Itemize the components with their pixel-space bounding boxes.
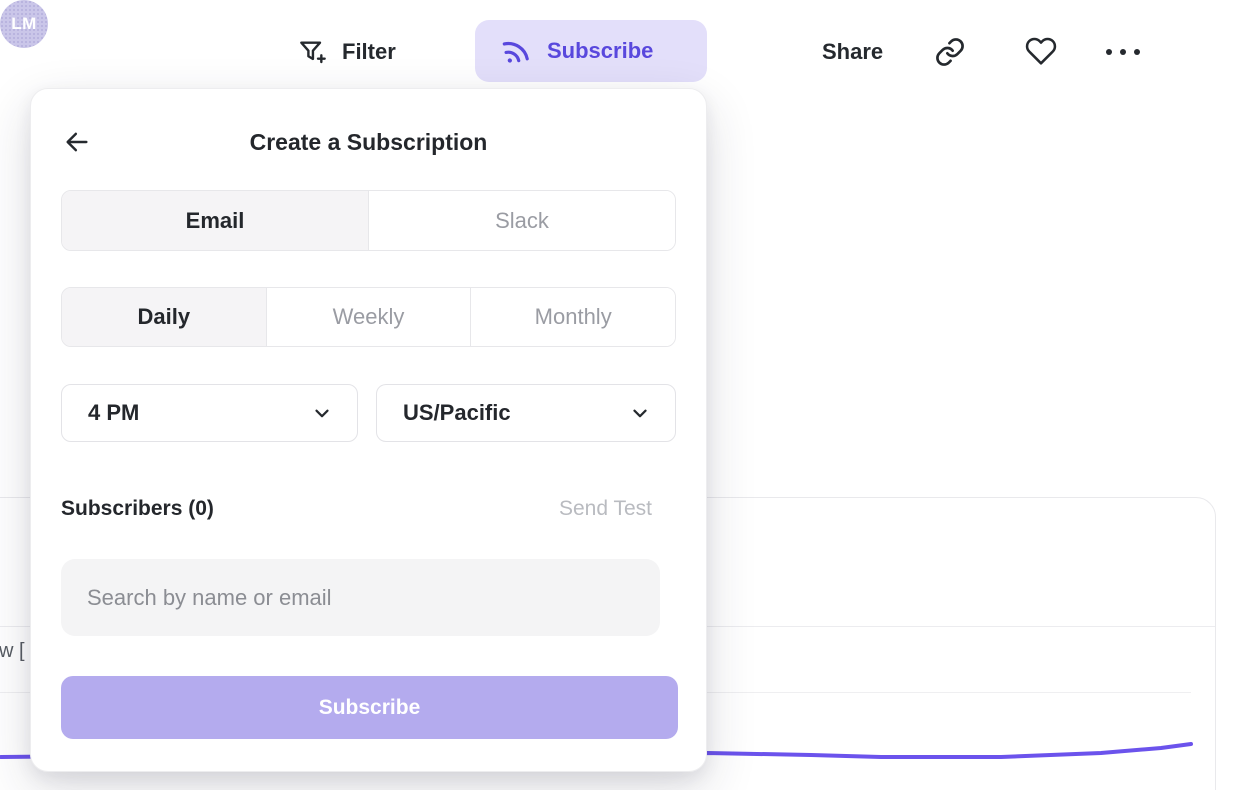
tab-slack[interactable]: Slack [368,191,675,250]
chevron-down-icon [629,402,651,424]
chevron-down-icon [311,402,333,424]
link-icon [934,36,966,68]
modal-header: Create a Subscription [31,89,706,189]
subscribe-toolbar-label: Subscribe [547,38,653,64]
heart-icon [1024,35,1058,67]
tab-weekly[interactable]: Weekly [266,288,471,346]
tab-daily[interactable]: Daily [62,288,266,346]
modal-title: Create a Subscription [31,129,706,156]
subscribers-count-label: Subscribers (0) [61,497,214,521]
funnel-plus-icon [296,36,328,68]
copy-link-button[interactable] [934,36,966,68]
more-options-button[interactable] [1106,36,1140,68]
rss-icon [497,32,535,70]
subscribe-submit-button[interactable]: Subscribe [61,676,678,739]
tab-email[interactable]: Email [62,191,368,250]
frequency-tabs: Daily Weekly Monthly [61,287,676,347]
subscribe-toolbar-button[interactable]: Subscribe [475,20,707,82]
time-select-value: 4 PM [88,400,139,426]
subscribers-row: Subscribers (0) Send Test [61,495,652,523]
send-test-link[interactable]: Send Test [559,497,652,521]
time-select[interactable]: 4 PM [61,384,358,442]
favorite-button[interactable] [1024,35,1058,67]
filter-label: Filter [342,39,396,65]
share-button[interactable]: Share [822,28,883,76]
channel-tabs: Email Slack [61,190,676,251]
timezone-select-value: US/Pacific [403,400,511,426]
avatar-initials: LM [11,14,37,34]
tab-monthly[interactable]: Monthly [470,288,675,346]
create-subscription-modal: Create a Subscription Email Slack Daily … [30,88,707,772]
page-root: w [ Filter Subscribe LM Share [0,0,1234,790]
filter-button[interactable]: Filter [296,28,396,76]
timezone-select[interactable]: US/Pacific [376,384,676,442]
share-label: Share [822,39,883,65]
subscriber-search-input[interactable] [61,559,660,636]
ellipsis-icon [1106,49,1140,55]
user-avatar[interactable]: LM [0,0,48,48]
